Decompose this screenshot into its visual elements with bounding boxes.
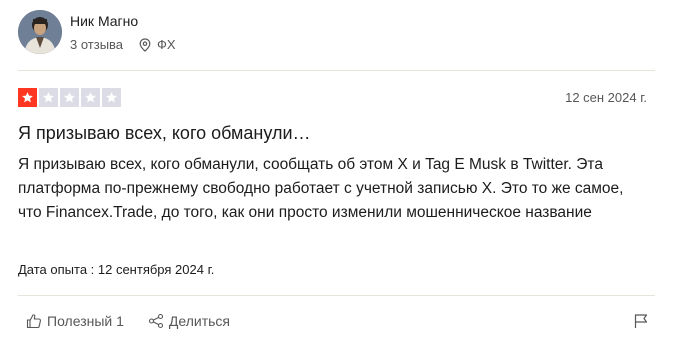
useful-label: Полезный 1 xyxy=(47,313,124,329)
star-icon xyxy=(64,92,75,103)
share-icon xyxy=(148,313,163,329)
star-3 xyxy=(60,88,79,107)
review-body: Я призываю всех, кого обманули, сообщать… xyxy=(18,156,624,221)
star-icon xyxy=(43,92,54,103)
flag-icon xyxy=(634,314,648,328)
share-button[interactable]: Делиться xyxy=(148,313,230,329)
location: ФХ xyxy=(139,37,176,53)
share-label: Делиться xyxy=(168,313,230,329)
review-date: 12 сен 2024 г. xyxy=(565,90,647,105)
date-of-experience: Дата опыта : 12 сентября 2024 г. xyxy=(18,262,215,277)
location-pin-icon xyxy=(139,38,151,52)
star-1 xyxy=(18,88,37,107)
reviewer-name[interactable]: Ник Магно xyxy=(70,12,176,30)
thumbs-up-icon xyxy=(26,314,41,329)
review-actions: Полезный 1 Делиться xyxy=(26,313,230,329)
star-icon xyxy=(106,92,117,103)
divider xyxy=(18,295,655,296)
review-title[interactable]: Я призываю всех, кого обманули… xyxy=(18,123,311,144)
reviewer-meta: Ник Магно 3 отзыва ФХ xyxy=(70,10,176,53)
useful-button[interactable]: Полезный 1 xyxy=(26,313,124,329)
reviews-count: 3 отзыва xyxy=(70,37,124,52)
country-code: ФХ xyxy=(157,37,176,52)
star-4 xyxy=(81,88,100,107)
star-rating xyxy=(18,88,123,107)
reviewer-stats: 3 отзыва ФХ xyxy=(70,37,176,53)
star-5 xyxy=(102,88,121,107)
divider xyxy=(18,70,655,71)
star-2 xyxy=(39,88,58,107)
report-button[interactable] xyxy=(633,313,649,334)
avatar[interactable] xyxy=(18,10,62,54)
reviewer-header: Ник Магно 3 отзыва ФХ xyxy=(18,10,176,54)
star-icon xyxy=(85,92,96,103)
star-icon xyxy=(22,92,33,103)
review-card: Ник Магно 3 отзыва ФХ 12 сен 2024 г. Я п… xyxy=(0,0,673,343)
